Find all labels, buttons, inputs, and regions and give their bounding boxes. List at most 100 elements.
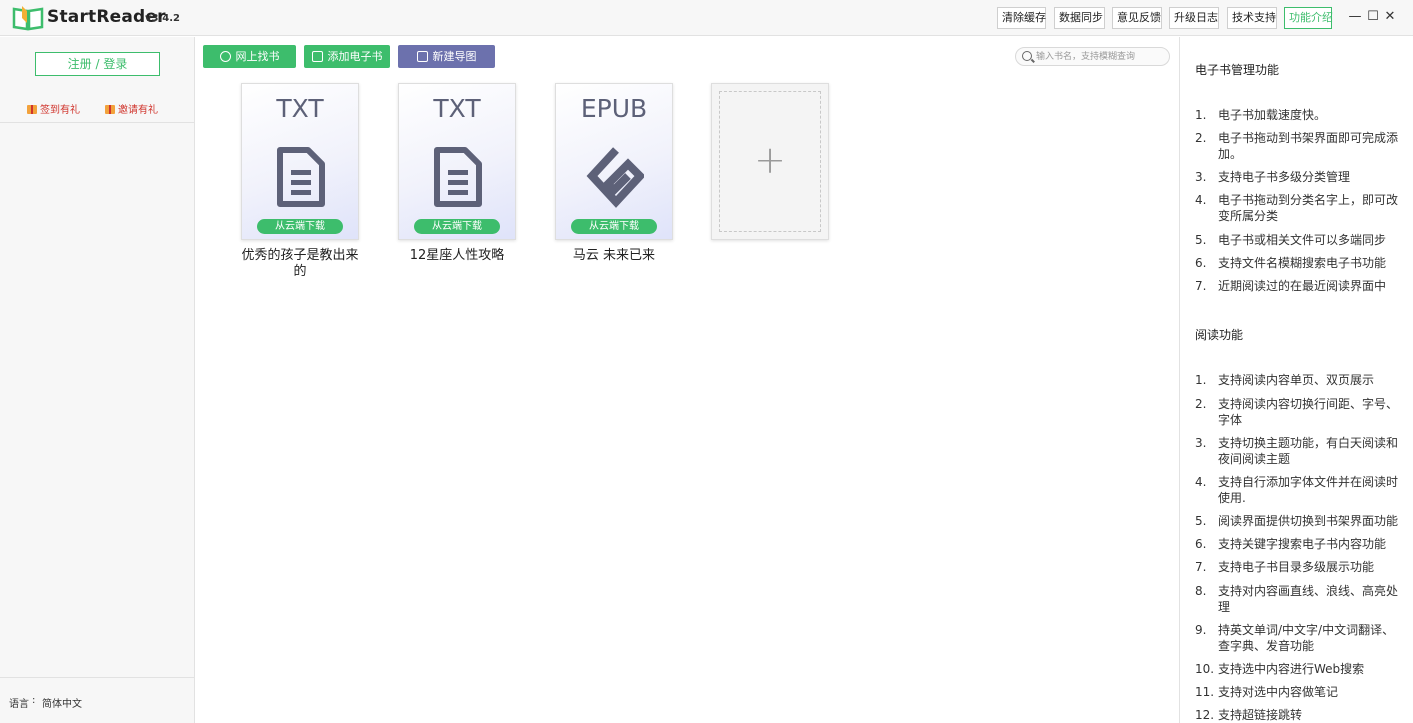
minimize-icon[interactable]: —: [1347, 9, 1363, 25]
feature-num: 2.: [1195, 397, 1207, 411]
feature-item: 9. 持英文单词/中文字/中文词翻译、查字典、发音功能: [1195, 622, 1405, 654]
ebook-management-title: 电子书管理功能: [1195, 63, 1280, 77]
feature-text: 支持超链接跳转: [1218, 708, 1303, 722]
new-mindmap-button[interactable]: 新建导图: [398, 45, 495, 68]
signin-reward-label: 签到有礼: [40, 105, 80, 116]
feature-item: 11. 支持对选中内容做笔记: [1195, 684, 1405, 700]
feature-item: 6. 支持关键字搜索电子书内容功能: [1195, 536, 1405, 552]
feature-item: 1. 电子书加载速度快。: [1195, 107, 1405, 123]
title-bar: StartReader v3.4.2 清除缓存 数据同步 意见反馈 升级日志 技…: [0, 0, 1413, 36]
feature-text: 支持对内容画直线、浪线、高亮处理: [1218, 584, 1399, 614]
book-format-label: TXT: [276, 94, 324, 123]
book-title[interactable]: 12星座人性攻略: [394, 248, 520, 264]
search-box[interactable]: [1015, 47, 1170, 66]
feature-text: 支持阅读内容切换行间距、字号、字体: [1218, 397, 1399, 427]
feature-text: 支持电子书目录多级展示功能: [1218, 560, 1375, 574]
feature-item: 7. 支持电子书目录多级展示功能: [1195, 559, 1405, 575]
app-version: v3.4.2: [145, 13, 180, 24]
feature-num: 1.: [1195, 108, 1207, 122]
book-title[interactable]: 马云 未来已来: [551, 248, 677, 264]
book-card[interactable]: TXT 从云端下载: [241, 83, 359, 240]
book-format-label: EPUB: [580, 94, 648, 123]
feature-num: 6.: [1195, 256, 1207, 270]
feature-text: 支持切换主题功能，有白天阅读和夜间阅读主题: [1218, 436, 1399, 466]
features-intro-button[interactable]: 功能介绍: [1284, 7, 1333, 29]
book-format-label: TXT: [433, 94, 481, 123]
add-ebook-button[interactable]: 添加电子书: [304, 45, 390, 68]
feature-item: 4. 支持自行添加字体文件并在阅读时使用.: [1195, 474, 1405, 506]
clear-cache-button[interactable]: 清除缓存: [997, 7, 1046, 29]
feature-text: 支持阅读内容单页、双页展示: [1218, 373, 1375, 387]
book-card[interactable]: EPUB 从云端下载: [555, 83, 673, 240]
sidebar-divider: [0, 122, 194, 123]
feature-text: 阅读界面提供切换到书架界面功能: [1218, 514, 1399, 528]
feature-text: 电子书拖动到分类名字上，即可改变所属分类: [1218, 193, 1399, 223]
add-book-card[interactable]: +: [711, 83, 829, 240]
download-from-cloud-button[interactable]: 从云端下载: [257, 219, 343, 234]
feature-num: 11.: [1195, 685, 1215, 699]
feature-text: 持英文单词/中文字/中文词翻译、查字典、发音功能: [1218, 623, 1395, 653]
feature-item: 5. 阅读界面提供切换到书架界面功能: [1195, 513, 1405, 529]
feature-item: 6. 支持文件名模糊搜索电子书功能: [1195, 255, 1405, 271]
feature-num: 4.: [1195, 475, 1207, 489]
maximize-icon[interactable]: ☐: [1365, 9, 1381, 25]
search-icon: [1022, 51, 1032, 61]
new-mindmap-label: 新建导图: [432, 50, 477, 63]
feature-intro-panel: 电子书管理功能 1. 电子书加载速度快。 2. 电子书拖动到书架界面即可完成添加。 …: [1179, 37, 1413, 723]
changelog-button[interactable]: 升级日志: [1169, 7, 1219, 29]
language-bar[interactable]: 语言 : 简体中文: [0, 677, 194, 723]
feature-item: 5. 电子书或相关文件可以多端同步: [1195, 232, 1405, 248]
feature-text: 支持关键字搜索电子书内容功能: [1218, 537, 1387, 551]
feature-text: 支持自行添加字体文件并在阅读时使用.: [1218, 475, 1399, 505]
feature-text: 电子书加载速度快。: [1218, 108, 1327, 122]
import-icon: [311, 51, 323, 62]
feedback-button[interactable]: 意见反馈: [1112, 7, 1162, 29]
feature-text: 支持选中内容进行Web搜索: [1218, 662, 1365, 676]
search-input[interactable]: [1036, 49, 1166, 64]
feature-num: 6.: [1195, 537, 1207, 551]
feature-item: 3. 支持切换主题功能，有白天阅读和夜间阅读主题: [1195, 435, 1405, 467]
feature-text: 近期阅读过的在最近阅读界面中: [1218, 279, 1387, 293]
find-books-online-button[interactable]: 网上找书: [203, 45, 296, 68]
language-separator: :: [32, 695, 36, 706]
book-title[interactable]: 优秀的孩子是教出来的: [237, 248, 363, 280]
invite-reward-link[interactable]: 邀请有礼: [105, 101, 158, 116]
bookshelf-area: 网上找书 添加电子书 新建导图 TXT 从云端下载 优秀的孩子是教出来的 TXT…: [195, 37, 1179, 723]
data-sync-button[interactable]: 数据同步: [1054, 7, 1105, 29]
left-sidebar: 注册 / 登录 签到有礼 邀请有礼 语言 : 简体中文: [0, 37, 195, 723]
drop-zone: +: [719, 91, 821, 232]
add-ebook-label: 添加电子书: [327, 50, 383, 63]
feature-num: 9.: [1195, 623, 1207, 637]
feature-num: 5.: [1195, 233, 1207, 247]
language-value[interactable]: 简体中文: [42, 695, 82, 710]
feature-num: 12.: [1195, 708, 1215, 722]
download-from-cloud-button[interactable]: 从云端下载: [414, 219, 500, 234]
document-icon: [277, 147, 325, 207]
feature-item: 8. 支持对内容画直线、浪线、高亮处理: [1195, 583, 1405, 615]
feature-item: 1. 支持阅读内容单页、双页展示: [1195, 372, 1405, 388]
find-books-online-label: 网上找书: [235, 50, 280, 63]
feature-text: 支持文件名模糊搜索电子书功能: [1218, 256, 1387, 270]
gift-icon: [105, 105, 115, 114]
download-from-cloud-button[interactable]: 从云端下载: [571, 219, 657, 234]
feature-num: 3.: [1195, 170, 1207, 184]
feature-num: 3.: [1195, 436, 1207, 450]
feature-num: 8.: [1195, 584, 1207, 598]
feature-num: 10.: [1195, 662, 1215, 676]
feature-item: 3. 支持电子书多级分类管理: [1195, 169, 1405, 185]
feature-text: 电子书或相关文件可以多端同步: [1218, 233, 1387, 247]
link-icon: [219, 51, 231, 62]
book-card[interactable]: TXT 从云端下载: [398, 83, 516, 240]
new-file-icon: [416, 51, 428, 62]
feature-text: 支持电子书多级分类管理: [1218, 170, 1351, 184]
register-login-button[interactable]: 注册 / 登录: [35, 52, 160, 76]
document-icon: [434, 147, 482, 207]
feature-text: 支持对选中内容做笔记: [1218, 685, 1339, 699]
close-icon[interactable]: ✕: [1382, 9, 1398, 25]
signin-reward-link[interactable]: 签到有礼: [27, 101, 80, 116]
feature-item: 7. 近期阅读过的在最近阅读界面中: [1195, 278, 1405, 294]
feature-num: 4.: [1195, 193, 1207, 207]
tech-support-button[interactable]: 技术支持: [1227, 7, 1277, 29]
feature-item: 2. 支持阅读内容切换行间距、字号、字体: [1195, 396, 1405, 428]
reading-features-title: 阅读功能: [1195, 328, 1244, 342]
